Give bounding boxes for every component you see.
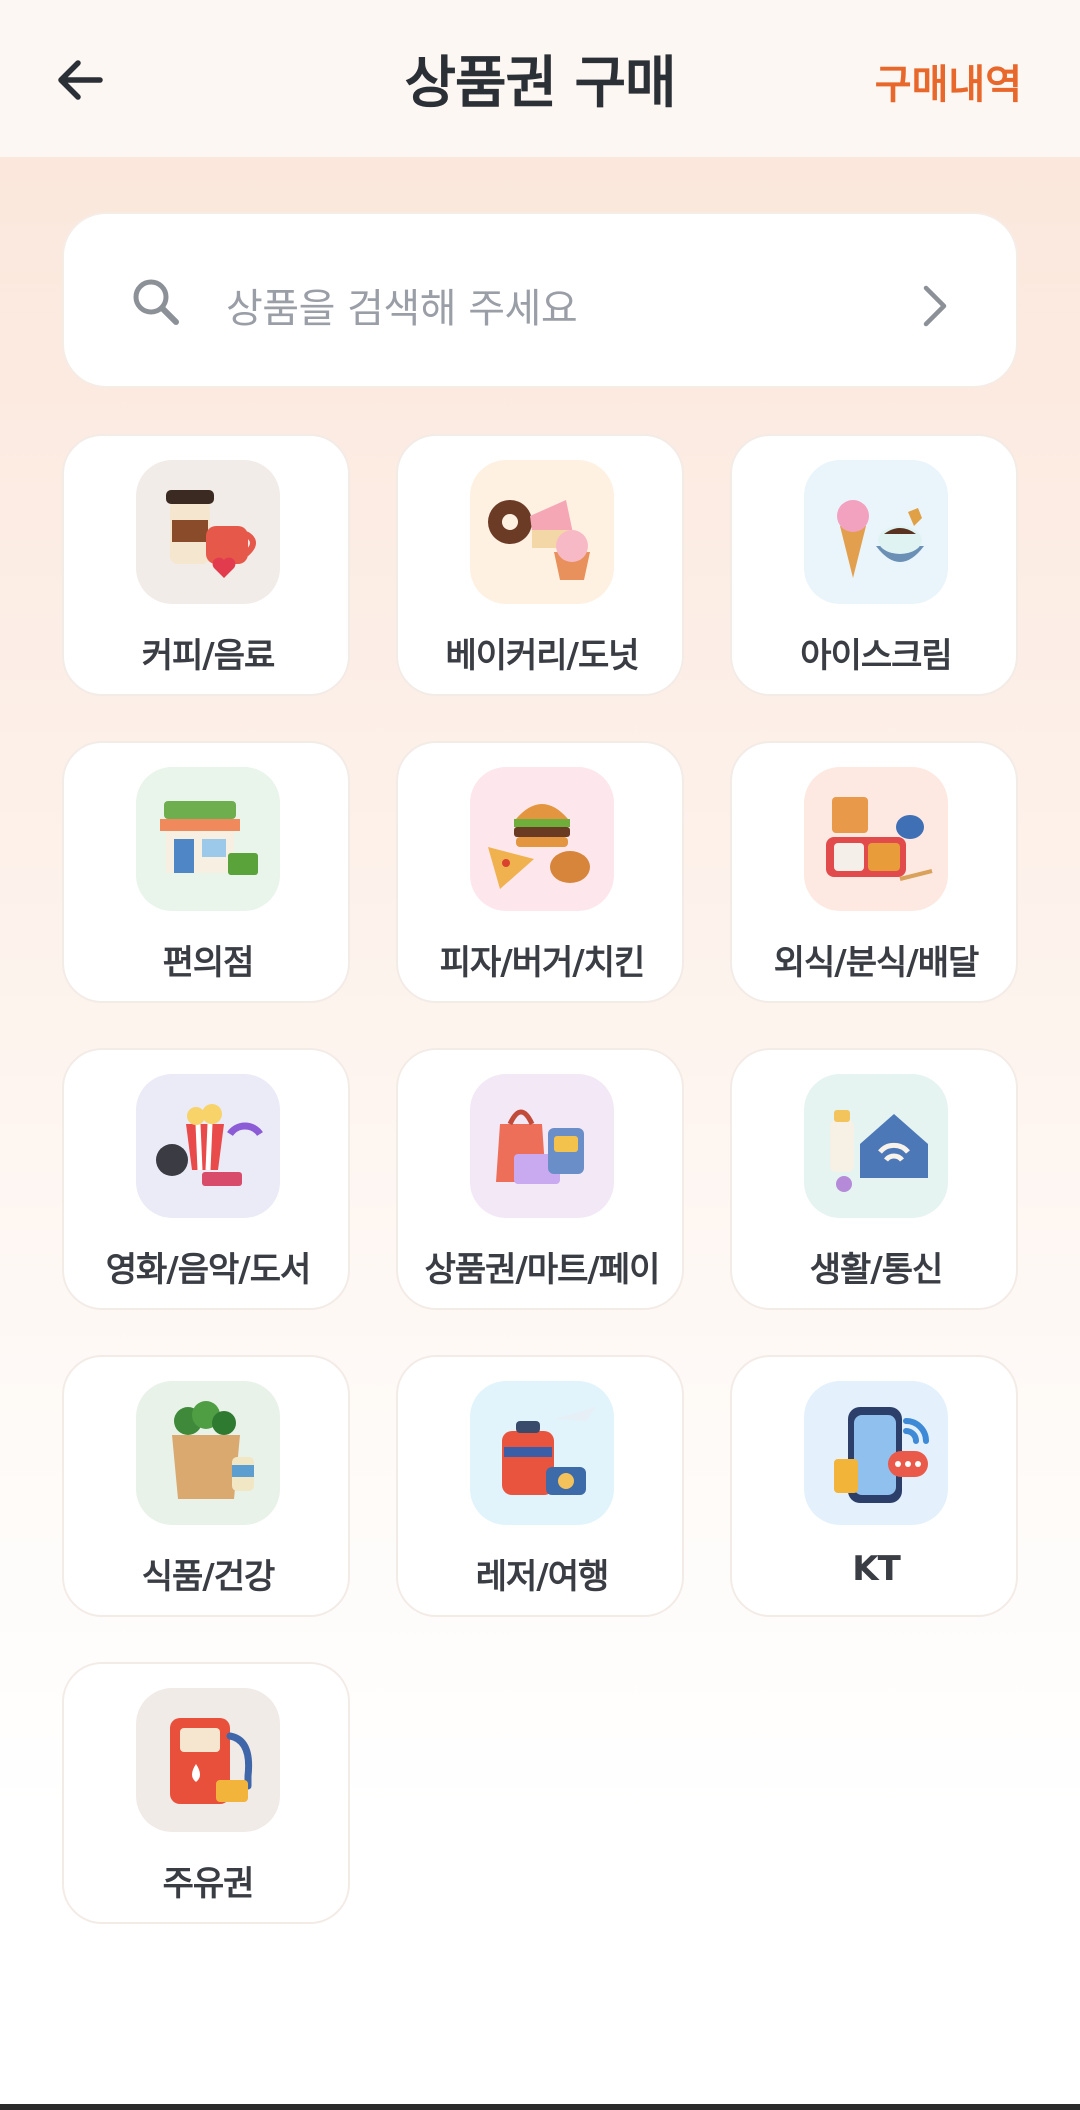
- coffee-cup-icon: [136, 460, 280, 604]
- category-card-dining[interactable]: 외식/분식/배달: [730, 741, 1018, 1003]
- category-label: 커피/음료: [141, 636, 276, 676]
- category-label: 식품/건강: [141, 1557, 276, 1597]
- category-card-food[interactable]: 식품/건강: [62, 1355, 350, 1617]
- home-wifi-icon: [804, 1074, 948, 1218]
- burger-pizza-icon: [470, 767, 614, 911]
- category-label: 레저/여행: [475, 1557, 610, 1597]
- category-card-icecream[interactable]: 아이스크림: [730, 434, 1018, 696]
- category-card-living[interactable]: 생활/통신: [730, 1048, 1018, 1310]
- smartphone-icon: [804, 1381, 948, 1525]
- category-label: 주유권: [162, 1864, 255, 1904]
- category-card-coffee[interactable]: 커피/음료: [62, 434, 350, 696]
- category-label: 상품권/마트/페이: [424, 1250, 661, 1290]
- shopping-bag-icon: [470, 1074, 614, 1218]
- store-icon: [136, 767, 280, 911]
- category-card-entertainment[interactable]: 영화/음악/도서: [62, 1048, 350, 1310]
- donut-cake-icon: [470, 460, 614, 604]
- category-label: 아이스크림: [800, 636, 952, 676]
- search-bar[interactable]: 상품을 검색해 주세요: [62, 212, 1018, 388]
- purchase-history-link[interactable]: 구매내역: [875, 52, 1022, 110]
- category-card-kt[interactable]: KT: [730, 1355, 1018, 1617]
- category-card-convenience[interactable]: 편의점: [62, 741, 350, 1003]
- main-content: 상품을 검색해 주세요 커피/음료 베이커리/도넛 아이스크림 편의점 피자/버…: [0, 157, 1080, 2110]
- category-card-pizza-burger[interactable]: 피자/버거/치킨: [396, 741, 684, 1003]
- category-label: 피자/버거/치킨: [439, 943, 646, 983]
- category-label: 베이커리/도넛: [445, 636, 639, 676]
- category-card-fuel[interactable]: 주유권: [62, 1662, 350, 1924]
- category-card-leisure[interactable]: 레저/여행: [396, 1355, 684, 1617]
- category-label: 영화/음악/도서: [105, 1250, 312, 1290]
- system-navigation-bar: [0, 2104, 1080, 2110]
- suitcase-plane-icon: [470, 1381, 614, 1525]
- category-label: 생활/통신: [809, 1250, 944, 1290]
- category-label: 외식/분식/배달: [773, 943, 980, 983]
- lunchbox-icon: [804, 767, 948, 911]
- category-card-bakery[interactable]: 베이커리/도넛: [396, 434, 684, 696]
- category-label: 편의점: [162, 943, 255, 983]
- ice-cream-icon: [804, 460, 948, 604]
- fuel-pump-icon: [136, 1688, 280, 1832]
- search-placeholder: 상품을 검색해 주세요: [226, 286, 578, 332]
- chevron-right-icon: [923, 285, 947, 327]
- search-icon: [133, 279, 179, 325]
- popcorn-film-icon: [136, 1074, 280, 1218]
- category-card-giftcard[interactable]: 상품권/마트/페이: [396, 1048, 684, 1310]
- app-header: 상품권 구매 구매내역: [0, 0, 1080, 157]
- category-label: KT: [852, 1549, 901, 1589]
- grocery-bag-icon: [136, 1381, 280, 1525]
